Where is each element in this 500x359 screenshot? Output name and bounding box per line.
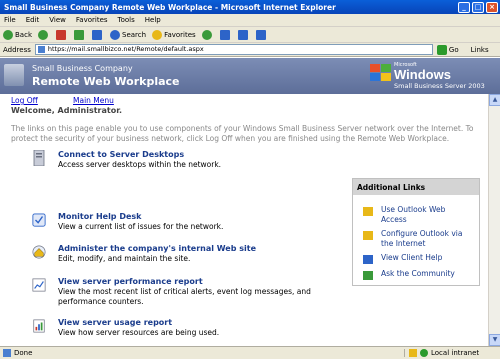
back-button[interactable]: Back xyxy=(3,29,32,40)
back-label: Back xyxy=(15,30,32,39)
address-label: Address xyxy=(3,45,31,54)
menu-help[interactable]: Help xyxy=(145,16,161,24)
scroll-up-icon[interactable]: ▲ xyxy=(489,94,500,106)
outlook-web-access-link[interactable]: Use Outlook Web Access xyxy=(381,205,445,225)
home-web-icon xyxy=(32,245,46,259)
usage-report-link[interactable]: View server usage report xyxy=(58,318,172,327)
go-button[interactable]: Go xyxy=(436,44,459,55)
menu-edit[interactable]: Edit xyxy=(26,16,40,24)
performance-chart-icon xyxy=(32,278,46,292)
logoff-link[interactable]: Log Off xyxy=(11,96,38,105)
item-description: View how server resources are being used… xyxy=(58,328,220,337)
link-line: Use Outlook Web xyxy=(381,205,446,214)
item-description: Edit, modify, and maintain the site. xyxy=(58,254,191,263)
client-help-link[interactable]: View Client Help xyxy=(381,253,442,263)
close-button[interactable]: × xyxy=(486,1,498,13)
refresh-icon xyxy=(74,29,84,40)
menu-favorites[interactable]: Favorites xyxy=(76,16,108,24)
search-icon xyxy=(110,29,120,40)
maximize-button[interactable]: □ xyxy=(472,1,484,13)
menu-file[interactable]: File xyxy=(4,16,16,24)
link-line: the Internet xyxy=(381,239,426,248)
home-icon xyxy=(92,29,102,40)
links-button[interactable]: Links xyxy=(471,46,489,54)
address-url: https://mail.smallbizco.net/Remote/defau… xyxy=(47,45,204,53)
history-button[interactable] xyxy=(201,29,214,40)
ask-community-link[interactable]: Ask the Community xyxy=(381,269,455,279)
scroll-down-icon[interactable]: ▼ xyxy=(489,334,500,346)
mail-button[interactable] xyxy=(219,29,232,40)
welcome-text: Welcome, Administrator. xyxy=(11,106,123,115)
additional-links-panel: Additional Links Use Outlook Web Access … xyxy=(352,178,480,286)
panel-title: Additional Links xyxy=(353,179,479,195)
history-icon xyxy=(201,29,212,40)
search-button[interactable]: Search xyxy=(110,29,147,40)
monitor-help-desk-link[interactable]: Monitor Help Desk xyxy=(58,212,141,221)
envelope-icon xyxy=(363,231,373,240)
intro-text: The links on this page enable you to use… xyxy=(11,124,474,143)
server-logo-icon xyxy=(4,64,24,86)
performance-report-link[interactable]: View server performance report xyxy=(58,277,203,286)
main-menu-link[interactable]: Main Menu xyxy=(73,96,114,105)
go-label: Go xyxy=(448,45,459,54)
home-button[interactable] xyxy=(92,29,104,40)
zone-text: Local intranet xyxy=(431,349,480,357)
favorites-button[interactable]: Favorites xyxy=(152,29,196,40)
stop-icon xyxy=(56,29,66,40)
mail-icon xyxy=(219,29,230,40)
window-title: Small Business Company Remote Web Workpl… xyxy=(4,2,336,12)
envelope-icon xyxy=(363,207,373,216)
print-icon xyxy=(237,29,248,40)
brand-product: Small Business Server 2003 xyxy=(394,82,485,90)
go-arrow-icon xyxy=(436,44,447,55)
menu-view[interactable]: View xyxy=(49,16,66,24)
intranet-zone-icon xyxy=(420,349,428,357)
checklist-icon xyxy=(32,213,46,227)
forward-arrow-icon xyxy=(38,29,48,40)
page-icon xyxy=(37,46,45,53)
search-label: Search xyxy=(122,30,147,39)
windows-flag-icon xyxy=(370,64,392,82)
lock-icon xyxy=(409,349,417,357)
print-button[interactable] xyxy=(237,29,250,40)
edit-icon xyxy=(255,29,266,40)
back-arrow-icon xyxy=(3,29,13,40)
item-description: View a current list of issues for the ne… xyxy=(58,222,224,231)
minimize-button[interactable]: _ xyxy=(458,1,470,13)
connect-server-desktops-link[interactable]: Connect to Server Desktops xyxy=(58,150,184,159)
usage-report-icon xyxy=(33,319,45,333)
refresh-button[interactable] xyxy=(74,29,86,40)
window-titlebar: Small Business Company Remote Web Workpl… xyxy=(0,0,500,14)
item-description: Access server desktops within the networ… xyxy=(58,160,222,169)
status-bar: Done Local intranet xyxy=(0,346,500,359)
item-description: View the most recent list of critical al… xyxy=(58,287,311,296)
status-text: Done xyxy=(14,349,33,357)
menu-bar: File Edit View Favorites Tools Help xyxy=(0,14,500,27)
star-icon xyxy=(152,29,163,40)
forward-button[interactable] xyxy=(38,29,50,40)
link-line: Access xyxy=(381,215,407,224)
vertical-scrollbar[interactable]: ▲ ▼ xyxy=(488,94,500,346)
page-title: Remote Web Workplace xyxy=(32,75,180,88)
address-input[interactable]: https://mail.smallbizco.net/Remote/defau… xyxy=(34,44,433,55)
page-content: Log Off Main Menu Welcome, Administrator… xyxy=(0,94,500,346)
edit-button[interactable] xyxy=(255,29,268,40)
item-description-continued: performance counters. xyxy=(58,297,144,306)
server-icon xyxy=(33,150,45,166)
page-header: Small Business Company Remote Web Workpl… xyxy=(0,58,500,94)
address-bar: Address https://mail.smallbizco.net/Remo… xyxy=(0,43,500,57)
toolbar: Back Search Favorites xyxy=(0,27,500,43)
brand-windows: Windows xyxy=(394,67,451,82)
menu-tools[interactable]: Tools xyxy=(118,16,135,24)
favorites-label: Favorites xyxy=(164,30,196,39)
help-book-icon xyxy=(363,255,373,264)
administer-website-link[interactable]: Administer the company's internal Web si… xyxy=(58,244,256,253)
link-line: Configure Outlook via xyxy=(381,229,463,238)
page-done-icon xyxy=(3,349,11,357)
configure-outlook-link[interactable]: Configure Outlook via the Internet xyxy=(381,229,462,249)
stop-button[interactable] xyxy=(56,29,68,40)
company-name: Small Business Company xyxy=(32,64,133,73)
community-icon xyxy=(363,271,373,280)
